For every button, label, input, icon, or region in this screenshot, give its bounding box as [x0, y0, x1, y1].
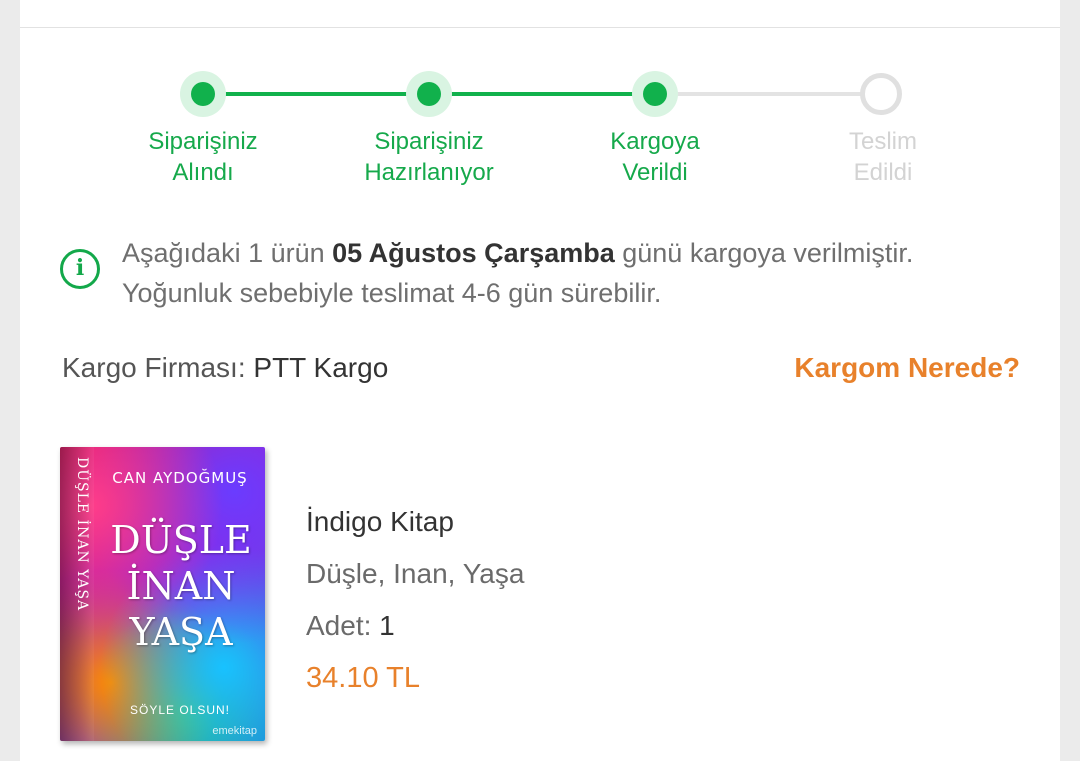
shipping-info-message: Aşağıdaki 1 ürün 05 Ağustos Çarşamba gün…	[122, 233, 1042, 313]
step-4-pending-icon	[860, 73, 902, 115]
book-cover-author: CAN AYDOĞMUŞ	[112, 469, 248, 487]
info-delay-note: Yoğunluk sebebiyle teslimat 4-6 gün süre…	[122, 278, 662, 308]
cargo-company: Kargo Firması: PTT Kargo	[62, 352, 388, 384]
order-card: Siparişiniz Alındı Siparişiniz Hazırlanı…	[20, 0, 1060, 761]
product-image[interactable]: DÜŞLE İNAN YAŞA CAN AYDOĞMUŞ DÜŞLE İNAN …	[60, 447, 265, 741]
product-quantity: Adet: 1	[306, 610, 395, 642]
book-cover-title: DÜŞLE İNAN YAŞA	[110, 518, 252, 654]
product-quantity-label: Adet:	[306, 610, 380, 641]
track-shipment-link[interactable]: Kargom Nerede?	[794, 352, 1020, 384]
step-1-check-icon	[180, 71, 226, 117]
step-label-delivered: Teslim Edildi	[848, 128, 917, 186]
step-label-shipped: Kargoya Verildi	[610, 128, 700, 186]
step-label-preparing: Siparişiniz Hazırlanıyor	[364, 128, 494, 186]
info-icon: i	[60, 249, 100, 289]
product-quantity-value: 1	[379, 610, 395, 641]
book-cover-footer: SÖYLE OLSUN!	[129, 703, 231, 717]
cargo-company-value: PTT Kargo	[253, 352, 389, 383]
book-spine-title: DÜŞLE İNAN YAŞA	[74, 457, 90, 612]
ship-date: 05 Ağustos Çarşamba	[332, 238, 615, 268]
step-2-check-icon	[406, 71, 452, 117]
info-suffix: günü kargoya verilmiştir.	[614, 238, 914, 268]
product-publisher: İndigo Kitap	[306, 506, 454, 537]
product-price: 34.10 TL	[306, 662, 420, 694]
product-name[interactable]: Düşle, Inan, Yaşa	[306, 558, 524, 590]
book-cover-publisher: emekitap	[212, 725, 257, 737]
cargo-company-label: Kargo Firması:	[62, 352, 254, 383]
step-label-ordered: Siparişiniz Alındı	[148, 128, 258, 186]
info-prefix: Aşağıdaki 1 ürün	[122, 238, 333, 268]
step-3-check-icon	[632, 71, 678, 117]
card-divider	[20, 0, 1060, 28]
